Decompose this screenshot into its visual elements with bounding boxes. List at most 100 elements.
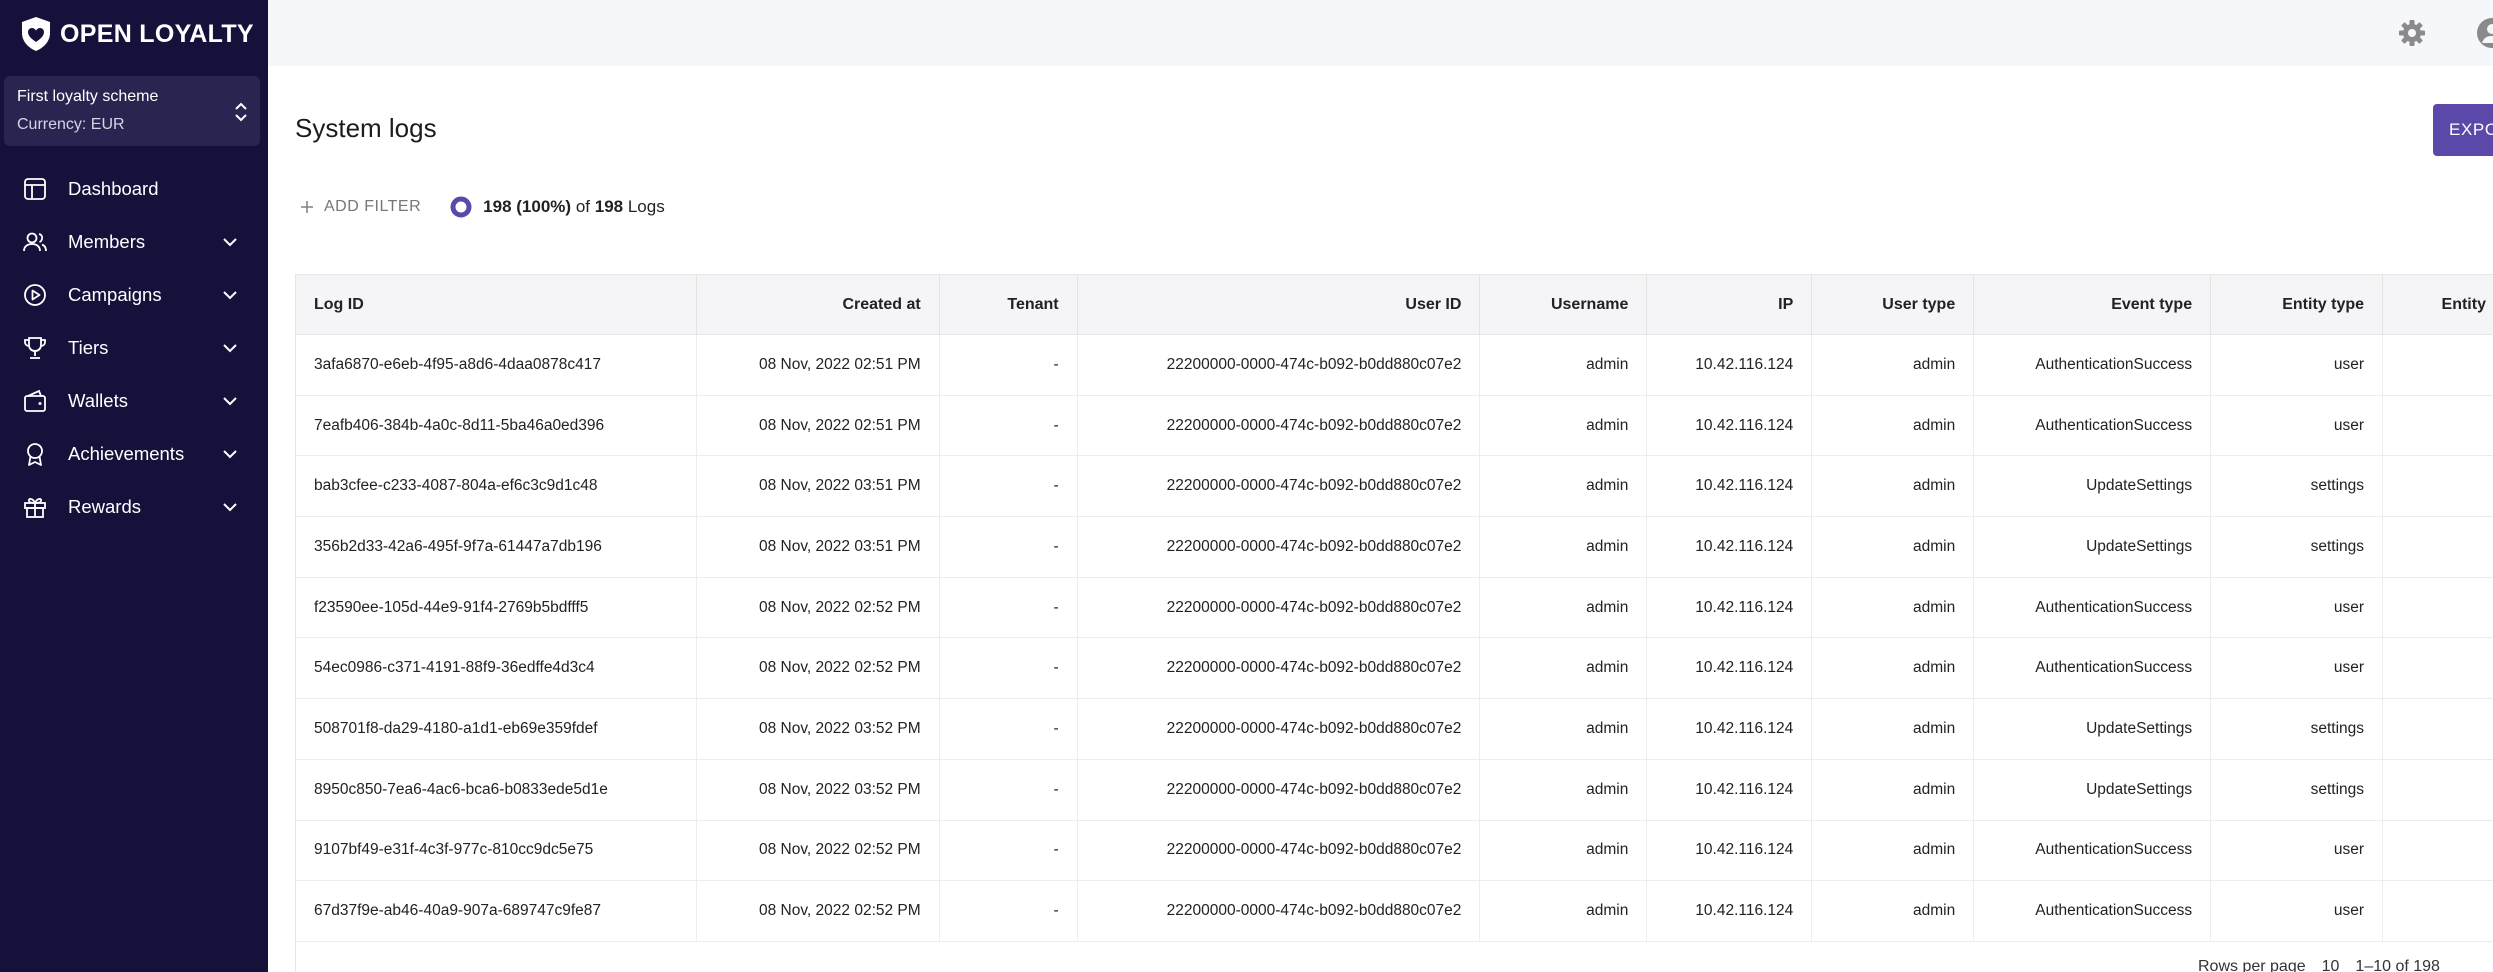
- table-body: 3afa6870-e6eb-4f95-a8d6-4daa0878c417 08 N…: [296, 335, 2493, 942]
- cell-entity-type: settings: [2211, 517, 2384, 577]
- cell-ip: 10.42.116.124: [1647, 456, 1813, 517]
- cell-entity: [2383, 699, 2493, 759]
- sidebar-item-wallets[interactable]: Wallets: [0, 374, 268, 427]
- cell-entity-type: user: [2211, 881, 2384, 941]
- column-header-event-type[interactable]: Event type: [1974, 275, 2212, 335]
- cell-user-type: admin: [1812, 699, 1975, 759]
- table-row[interactable]: 356b2d33-42a6-495f-9f7a-61447a7db196 08 N…: [296, 517, 2493, 578]
- cell-ip: 10.42.116.124: [1647, 759, 1813, 820]
- cell-user-id: 22200000-0000-474c-b092-b0dd880c07e2: [1078, 517, 1481, 577]
- column-header-tenant[interactable]: Tenant: [940, 275, 1078, 335]
- table-row[interactable]: 8950c850-7ea6-4ac6-bca6-b0833ede5d1e 08 N…: [296, 759, 2493, 821]
- cell-username: admin: [1480, 395, 1648, 456]
- cell-user-type: admin: [1812, 517, 1975, 577]
- plus-icon: [301, 201, 313, 213]
- cell-created-at: 08 Nov, 2022 03:52 PM: [697, 699, 940, 759]
- pagination: Rows per page 10 1–10 of 198: [2198, 958, 2440, 972]
- sidebar-item-dashboard[interactable]: Dashboard: [0, 162, 268, 215]
- campaigns-icon: [24, 283, 46, 306]
- app-root: OPEN LOYALTY First loyalty scheme Curren…: [0, 0, 2493, 972]
- cell-log-id: bab3cfee-c233-4087-804a-ef6c3c9d1c48: [296, 456, 697, 517]
- cell-entity: [2383, 760, 2493, 820]
- sidebar-item-rewards[interactable]: Rewards: [0, 480, 268, 533]
- count-total: 198: [594, 197, 624, 216]
- count-of: of: [575, 197, 590, 216]
- column-header-ip[interactable]: IP: [1647, 275, 1813, 335]
- cell-ip: 10.42.116.124: [1647, 699, 1813, 759]
- rows-per-page-label: Rows per page: [2198, 958, 2306, 972]
- top-bar: [268, 0, 2493, 66]
- table-row[interactable]: 9107bf49-e31f-4c3f-977c-810cc9dc5e75 08 N…: [296, 820, 2493, 882]
- column-header-user-type[interactable]: User type: [1812, 275, 1975, 335]
- cell-event-type: AuthenticationSuccess: [1974, 577, 2212, 638]
- page-title: System logs: [295, 113, 437, 143]
- cell-ip: 10.42.116.124: [1647, 335, 1813, 395]
- cell-entity-type: user: [2211, 638, 2384, 699]
- brand[interactable]: OPEN LOYALTY: [20, 16, 254, 52]
- cell-event-type: AuthenticationSuccess: [1974, 335, 2212, 395]
- chevron-down-icon: [223, 344, 237, 353]
- column-header-created-at[interactable]: Created at: [697, 275, 940, 335]
- sidebar-item-tiers[interactable]: Tiers: [0, 321, 268, 374]
- table-row[interactable]: 67d37f9e-ab46-40a9-907a-689747c9fe87 08 N…: [296, 881, 2493, 942]
- cell-log-id: 54ec0986-c371-4191-88f9-36edffe4d3c4: [296, 638, 697, 699]
- table-row[interactable]: f23590ee-105d-44e9-91f4-2769b5bdfff5 08 N…: [296, 577, 2493, 639]
- account-circle-icon[interactable]: [2476, 17, 2493, 49]
- sidebar: OPEN LOYALTY First loyalty scheme Curren…: [0, 0, 268, 972]
- sidebar-item-members[interactable]: Members: [0, 215, 268, 268]
- sidebar-item-label: Dashboard: [68, 177, 159, 199]
- cell-user-id: 22200000-0000-474c-b092-b0dd880c07e2: [1078, 577, 1481, 638]
- cell-event-type: UpdateSettings: [1974, 699, 2212, 759]
- cell-log-id: 9107bf49-e31f-4c3f-977c-810cc9dc5e75: [296, 820, 697, 881]
- cell-user-type: admin: [1812, 759, 1975, 820]
- rows-per-page-select[interactable]: 10: [2322, 958, 2340, 972]
- cell-username: admin: [1480, 699, 1648, 759]
- loyalty-scheme-selector[interactable]: First loyalty scheme Currency: EUR: [4, 76, 260, 146]
- cell-log-id: f23590ee-105d-44e9-91f4-2769b5bdfff5: [296, 577, 697, 638]
- cell-tenant: -: [940, 820, 1078, 881]
- cell-created-at: 08 Nov, 2022 02:52 PM: [697, 820, 940, 881]
- table-row[interactable]: 54ec0986-c371-4191-88f9-36edffe4d3c4 08 N…: [296, 638, 2493, 700]
- cell-user-id: 22200000-0000-474c-b092-b0dd880c07e2: [1078, 820, 1481, 881]
- chevron-down-icon: [223, 450, 237, 459]
- cell-tenant: -: [940, 638, 1078, 699]
- column-header-entity-type[interactable]: Entity type: [2211, 275, 2384, 335]
- cell-log-id: 8950c850-7ea6-4ac6-bca6-b0833ede5d1e: [296, 759, 697, 820]
- column-header-username[interactable]: Username: [1480, 275, 1648, 335]
- column-header-log-id[interactable]: Log ID: [296, 275, 697, 335]
- cell-user-type: admin: [1812, 395, 1975, 456]
- cell-event-type: AuthenticationSuccess: [1974, 395, 2212, 456]
- cell-ip: 10.42.116.124: [1647, 577, 1813, 638]
- cell-event-type: UpdateSettings: [1974, 456, 2212, 517]
- cell-entity-type: settings: [2211, 759, 2384, 820]
- cell-ip: 10.42.116.124: [1647, 820, 1813, 881]
- chevron-down-icon: [223, 503, 237, 512]
- cell-entity: [2383, 335, 2493, 395]
- cell-log-id: 3afa6870-e6eb-4f95-a8d6-4daa0878c417: [296, 335, 697, 395]
- sidebar-item-achievements[interactable]: Achievements: [0, 427, 268, 480]
- table-row[interactable]: 7eafb406-384b-4a0c-8d11-5ba46a0ed396 08 N…: [296, 395, 2493, 457]
- export-button[interactable]: EXPO: [2433, 104, 2493, 156]
- column-header-entity[interactable]: Entity: [2383, 275, 2493, 335]
- pagination-range: 1–10 of 198: [2355, 958, 2440, 972]
- cell-event-type: UpdateSettings: [1974, 517, 2212, 577]
- cell-log-id: 7eafb406-384b-4a0c-8d11-5ba46a0ed396: [296, 395, 697, 456]
- cell-created-at: 08 Nov, 2022 02:52 PM: [697, 881, 940, 941]
- table-row[interactable]: 3afa6870-e6eb-4f95-a8d6-4daa0878c417 08 N…: [296, 335, 2493, 396]
- table-row[interactable]: 508701f8-da29-4180-a1d1-eb69e359fdef 08 N…: [296, 699, 2493, 760]
- cell-event-type: UpdateSettings: [1974, 759, 2212, 820]
- table-header: Log ID Created at Tenant User ID Usernam…: [296, 275, 2493, 335]
- cell-username: admin: [1480, 759, 1648, 820]
- cell-ip: 10.42.116.124: [1647, 881, 1813, 941]
- gear-icon[interactable]: [2397, 18, 2427, 48]
- scheme-currency: Currency: EUR: [17, 116, 125, 133]
- add-filter-button[interactable]: ADD FILTER: [300, 198, 421, 216]
- progress-ring-icon: [450, 196, 472, 218]
- column-header-user-id[interactable]: User ID: [1078, 275, 1481, 335]
- cell-user-id: 22200000-0000-474c-b092-b0dd880c07e2: [1078, 699, 1481, 759]
- cell-event-type: AuthenticationSuccess: [1974, 881, 2212, 941]
- cell-user-id: 22200000-0000-474c-b092-b0dd880c07e2: [1078, 759, 1481, 820]
- cell-tenant: -: [940, 517, 1078, 577]
- sidebar-item-campaigns[interactable]: Campaigns: [0, 268, 268, 321]
- table-row[interactable]: bab3cfee-c233-4087-804a-ef6c3c9d1c48 08 N…: [296, 456, 2493, 518]
